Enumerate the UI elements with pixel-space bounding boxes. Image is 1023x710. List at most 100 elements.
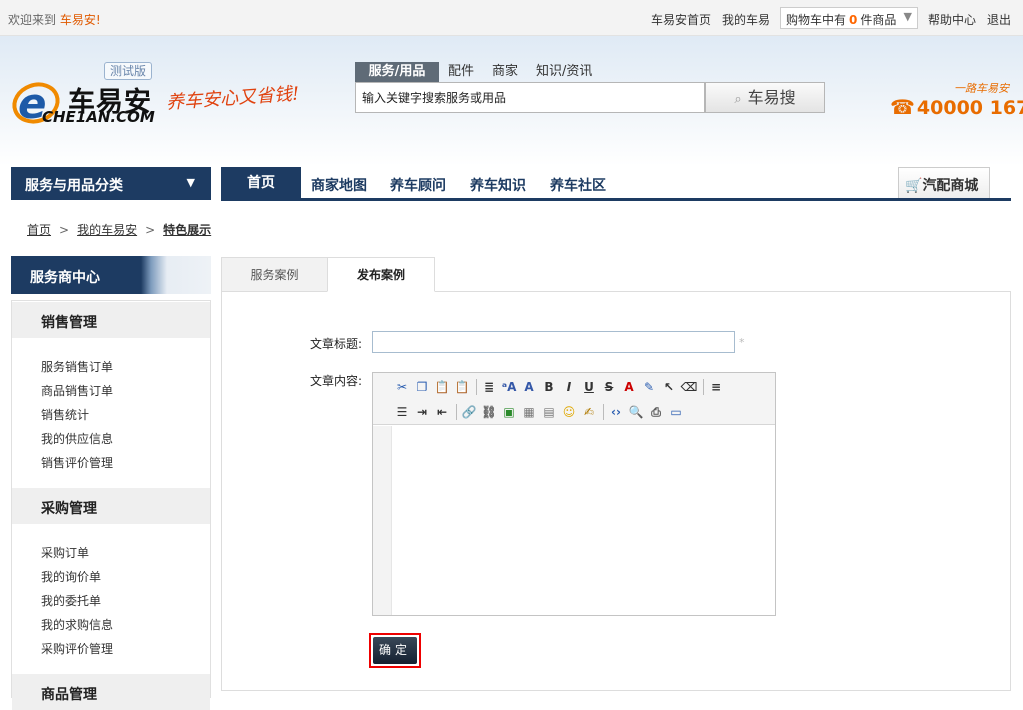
image-icon[interactable]: ▣ (500, 403, 518, 421)
search-icon: ⌕ (734, 92, 742, 107)
breadcrumb-separator: > (145, 223, 156, 237)
parts-mall-label: 汽配商城 (922, 178, 979, 194)
breadcrumb: 首页 > 我的车易安 > 特色展示 (27, 221, 211, 238)
cart-dropdown[interactable]: 购物车中有 0 件商品 ▼ (780, 7, 918, 29)
logo-domain: CHE1AN.COM (42, 108, 155, 126)
toolbar-separator (476, 379, 477, 395)
tab-service-cases[interactable]: 服务案例 (221, 257, 328, 292)
tab-publish-case[interactable]: 发布案例 (327, 257, 435, 292)
nav-home[interactable]: 首页 (221, 167, 301, 200)
sidebar-item-inquiries[interactable]: 我的询价单 (41, 568, 101, 585)
my-cheyi-link[interactable]: 我的车易 (722, 11, 770, 28)
article-title-input[interactable] (372, 331, 735, 353)
nav-underline (221, 198, 1011, 201)
sidebar-item-sales-stats[interactable]: 销售统计 (41, 406, 89, 423)
welcome-text: 欢迎来到 车易安! (8, 11, 101, 28)
link-icon[interactable]: 🔗 (460, 403, 478, 421)
underline-icon[interactable]: U (580, 378, 598, 396)
cart-icon: 🛒 (905, 178, 923, 194)
line-height-icon[interactable]: ≣ (480, 378, 498, 396)
search-tab-knowledge[interactable]: 知识/资讯 (534, 62, 594, 82)
emoticon-icon[interactable]: ☺ (560, 403, 578, 421)
nav-merchant-map[interactable]: 商家地图 (311, 175, 367, 195)
home-link[interactable]: 车易安首页 (651, 11, 711, 28)
sidebar-section-sales: 销售管理 (12, 302, 210, 338)
search-input[interactable] (355, 82, 705, 113)
preview-icon[interactable]: 🔍 (627, 403, 645, 421)
toolbar-separator (703, 379, 704, 395)
fullscreen-icon[interactable]: ▭ (667, 403, 685, 421)
phone-tagline: 一路车易安 (954, 82, 1009, 95)
help-link[interactable]: 帮助中心 (928, 11, 976, 28)
welcome-label: 欢迎来到 (8, 13, 57, 27)
strikethrough-icon[interactable]: S (600, 378, 618, 396)
nav-car-knowledge[interactable]: 养车知识 (470, 175, 526, 195)
editor-gutter (373, 426, 392, 615)
select-icon[interactable]: ↖ (660, 378, 678, 396)
align-icon[interactable]: ≡ (707, 378, 725, 396)
indent-icon[interactable]: ⇥ (413, 403, 431, 421)
bold-icon[interactable]: B (540, 378, 558, 396)
eraser-icon[interactable]: ⌫ (680, 378, 698, 396)
sidebar-item-delegations[interactable]: 我的委托单 (41, 592, 101, 609)
highlight-icon[interactable]: ✎ (640, 378, 658, 396)
category-menu-label: 服务与用品分类 (25, 178, 123, 194)
sidebar-section-purchasing: 采购管理 (12, 488, 210, 524)
search-button[interactable]: ⌕ 车易搜 (705, 82, 825, 113)
editor-toolbar: ✂ ❐ 📋 📋 ≣ ᵃA A B I U S A ✎ ↖ ⌫ ≡ ☰ ⇥ ⇤ 🔗… (373, 373, 775, 425)
sidebar-item-supply-info[interactable]: 我的供应信息 (41, 430, 113, 447)
unordered-list-icon[interactable]: ☰ (393, 403, 411, 421)
breadcrumb-my-cheyian[interactable]: 我的车易安 (77, 223, 137, 237)
cut-icon[interactable]: ✂ (393, 378, 411, 396)
sidebar-item-purchase-requests[interactable]: 我的求购信息 (41, 616, 113, 633)
edit-note-icon[interactable]: ✍ (580, 403, 598, 421)
paste-text-icon[interactable]: 📋 (453, 378, 471, 396)
font-family-icon[interactable]: ᵃA (500, 378, 518, 396)
cart-prefix: 购物车中有 (786, 13, 847, 27)
unlink-icon[interactable]: ⛓ (480, 403, 498, 421)
search-tab-parts[interactable]: 配件 (446, 62, 476, 82)
sidebar-item-sales-reviews[interactable]: 销售评价管理 (41, 454, 113, 471)
article-content-label: 文章内容: (310, 374, 363, 388)
sidebar-title: 服务商中心 (11, 256, 211, 294)
editor-content-area[interactable] (393, 426, 774, 615)
sidebar-item-purchase-orders[interactable]: 采购订单 (41, 544, 89, 561)
cart-count: 0 (849, 13, 858, 27)
font-color-icon[interactable]: A (620, 378, 638, 396)
welcome-brand[interactable]: 车易安! (60, 13, 101, 27)
search-button-label: 车易搜 (747, 88, 796, 107)
search-tab-services[interactable]: 服务/用品 (355, 62, 439, 82)
beta-badge: 测试版 (104, 62, 152, 80)
print-icon[interactable]: ⎙ (647, 403, 665, 421)
breadcrumb-separator: > (59, 223, 70, 237)
toolbar-separator (603, 404, 604, 420)
article-title-label: 文章标题: (310, 337, 363, 351)
cart-suffix: 件商品 (860, 13, 897, 27)
parts-mall-button[interactable]: 🛒汽配商城 (898, 167, 990, 198)
sidebar-item-service-sales-orders[interactable]: 服务销售订单 (41, 358, 113, 375)
flash-icon[interactable]: ▦ (520, 403, 538, 421)
sidebar-item-product-sales-orders[interactable]: 商品销售订单 (41, 382, 113, 399)
nav-car-community[interactable]: 养车社区 (550, 175, 606, 195)
font-size-icon[interactable]: A (520, 378, 538, 396)
logout-link[interactable]: 退出 (987, 11, 1011, 28)
italic-icon[interactable]: I (560, 378, 578, 396)
submit-button[interactable]: 确定 (373, 637, 417, 664)
toolbar-separator (456, 404, 457, 420)
category-menu[interactable]: 服务与用品分类 ▼ (11, 167, 211, 200)
chevron-down-icon: ▼ (903, 10, 912, 23)
sidebar-section-products: 商品管理 (12, 674, 210, 710)
hotline-number: 40000 16712 (916, 97, 1023, 119)
sidebar-item-purchase-reviews[interactable]: 采购评价管理 (41, 640, 113, 657)
paste-icon[interactable]: 📋 (433, 378, 451, 396)
outdent-icon[interactable]: ⇤ (433, 403, 451, 421)
hotline: ☎40000 16712 (890, 95, 1023, 119)
source-code-icon[interactable]: ‹› (607, 403, 625, 421)
breadcrumb-current: 特色展示 (163, 223, 212, 237)
nav-car-advisor[interactable]: 养车顾问 (390, 175, 446, 195)
chevron-down-icon: ▼ (186, 176, 195, 189)
copy-icon[interactable]: ❐ (413, 378, 431, 396)
media-icon[interactable]: ▤ (540, 403, 558, 421)
search-tab-merchants[interactable]: 商家 (490, 62, 520, 82)
breadcrumb-home[interactable]: 首页 (27, 223, 51, 237)
